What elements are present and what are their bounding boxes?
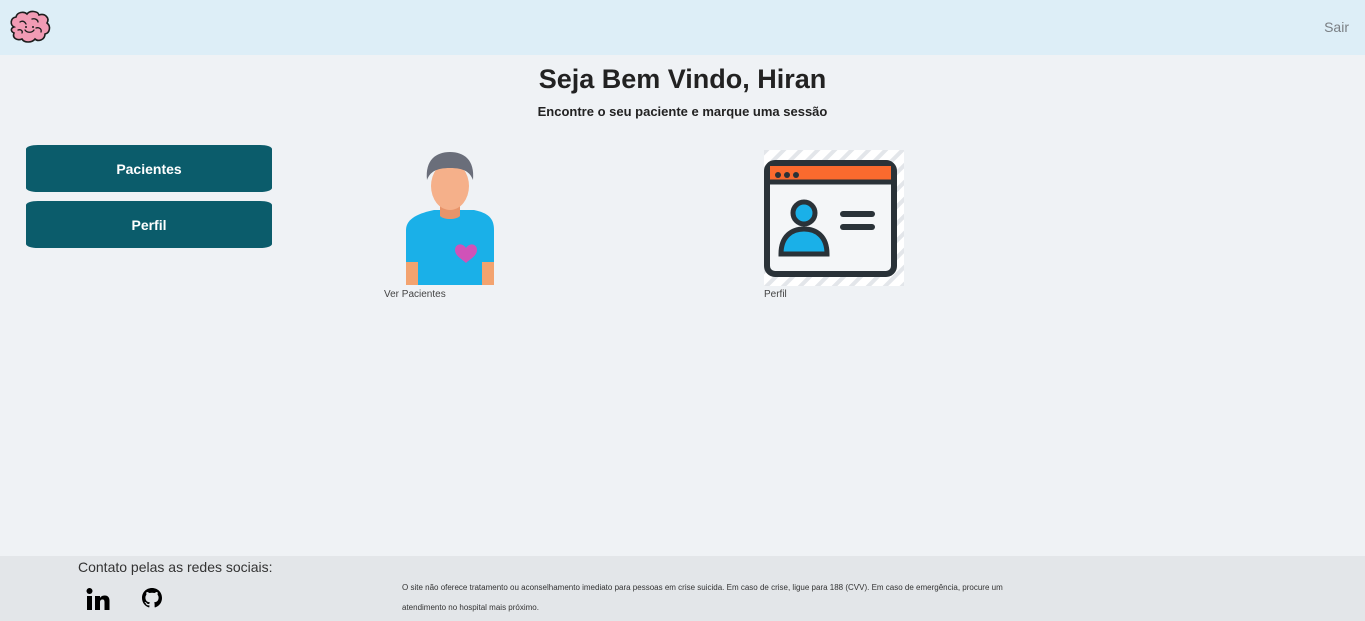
- card-label: Ver Pacientes: [384, 289, 446, 300]
- linkedin-icon[interactable]: [85, 586, 111, 612]
- contact-title: Contato pelas as redes sociais:: [78, 559, 273, 575]
- logout-link[interactable]: Sair: [1324, 19, 1349, 35]
- top-navbar: Sair: [0, 0, 1365, 55]
- page-title: Seja Bem Vindo, Hiran: [538, 64, 827, 94]
- github-icon[interactable]: [139, 586, 165, 612]
- card-perfil[interactable]: Perfil: [764, 150, 924, 300]
- footer: Contato pelas as redes sociais: O site n…: [0, 556, 1365, 621]
- card-label: Perfil: [764, 289, 787, 300]
- brain-icon[interactable]: [8, 10, 52, 44]
- crisis-disclaimer: O site não oferece tratamento ou aconsel…: [402, 583, 1003, 612]
- page-subtitle: Encontre o seu paciente e marque uma ses…: [537, 104, 828, 119]
- sidebar-item-perfil[interactable]: Perfil: [26, 201, 272, 248]
- sidebar-item-pacientes[interactable]: Pacientes: [26, 145, 272, 192]
- patient-person-icon[interactable]: [384, 150, 524, 286]
- card-ver-pacientes[interactable]: Ver Pacientes: [384, 150, 544, 300]
- profile-id-card-icon[interactable]: [764, 150, 904, 286]
